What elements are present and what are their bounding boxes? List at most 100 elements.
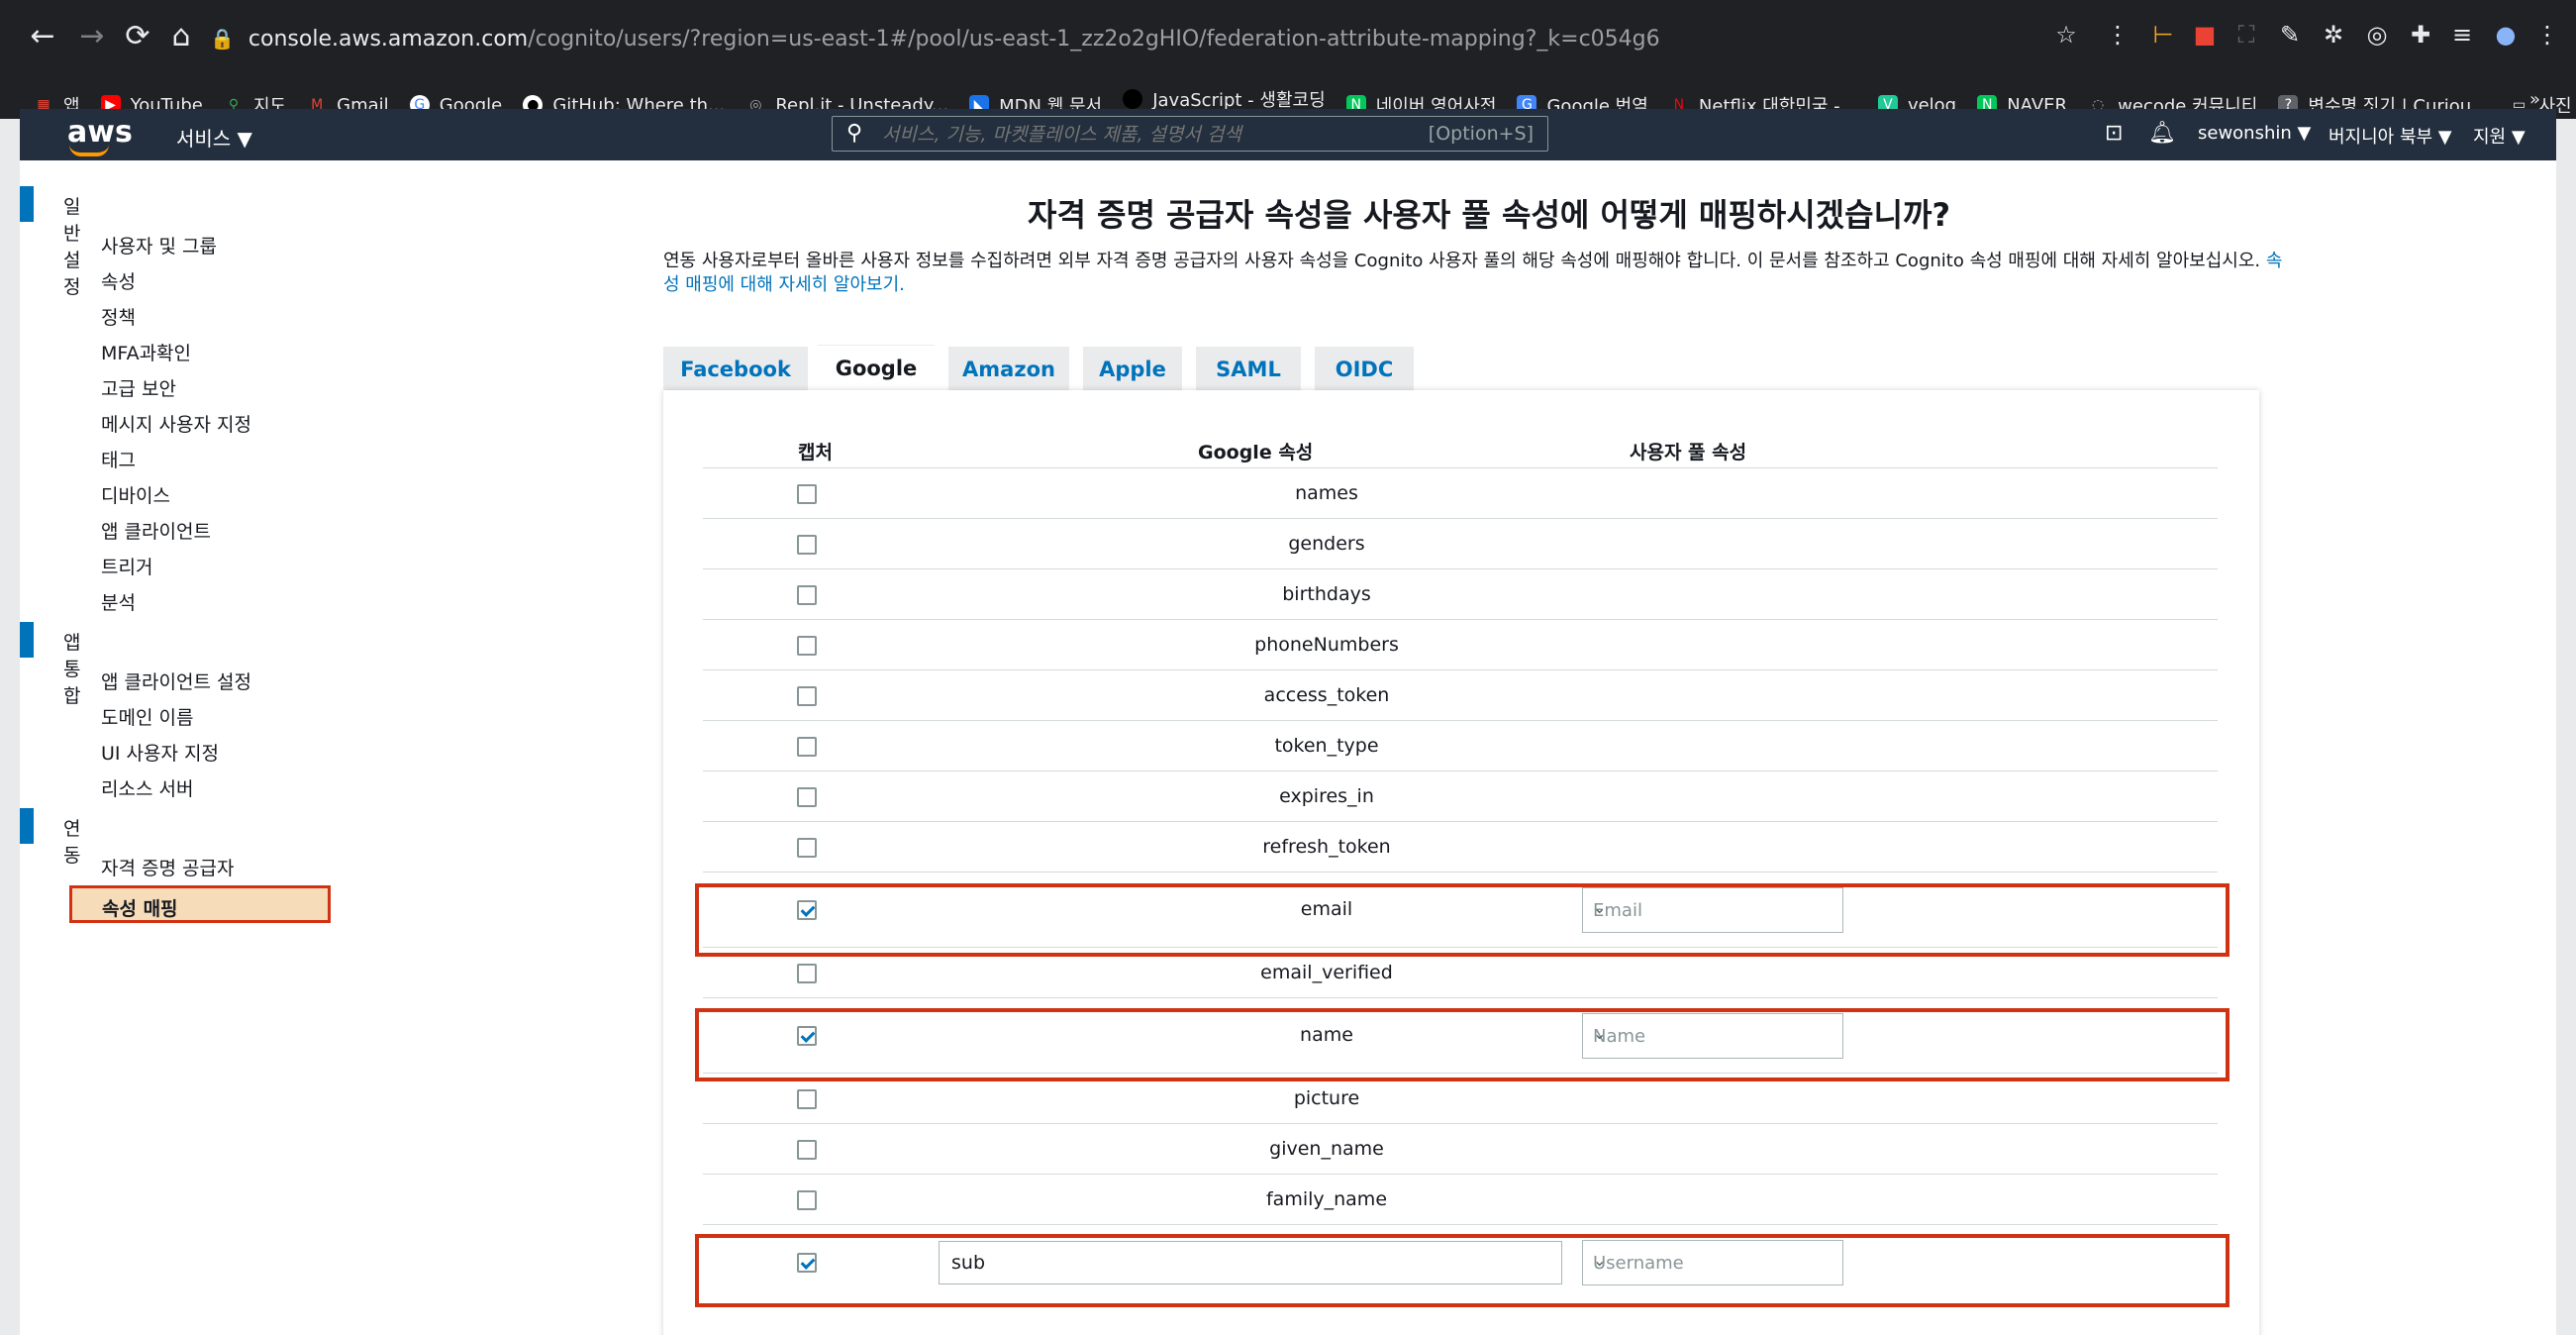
provider-attribute-label: email	[1300, 898, 1353, 920]
sidebar-item-identity-providers[interactable]: 자격 증명 공급자	[101, 854, 234, 880]
region-menu[interactable]: 버지니아 북부 ▼	[2328, 123, 2452, 149]
extension-icon[interactable]: ■	[2188, 18, 2222, 51]
sidebar-section-label: 앱 통합	[63, 632, 81, 707]
back-arrow-icon[interactable]: ←	[22, 16, 63, 57]
provider-attribute-label: given_name	[1269, 1138, 1384, 1160]
menu-icon[interactable]: ⋮	[2530, 18, 2564, 51]
section-marker	[20, 808, 34, 844]
section-marker	[20, 186, 34, 222]
chevron-down-icon: ⌄	[1593, 1024, 1607, 1043]
capture-checkbox[interactable]	[797, 838, 817, 858]
capture-checkbox[interactable]	[797, 787, 817, 807]
capture-checkbox[interactable]	[797, 686, 817, 706]
tab-google[interactable]: Google	[818, 345, 935, 395]
mapping-row-email-verified: email_verified	[703, 947, 2218, 998]
sidebar-item-analytics[interactable]: 분석	[101, 588, 136, 615]
provider-attribute-label: family_name	[1265, 1188, 1388, 1210]
provider-attribute-label: birthdays	[1282, 583, 1371, 605]
user-menu[interactable]: sewonshin ▼	[2198, 123, 2311, 144]
sidebar-item-devices[interactable]: 디바이스	[101, 481, 170, 508]
sidebar-item-attributes[interactable]: 속성	[101, 267, 136, 294]
sidebar-item-domain-name[interactable]: 도메인 이름	[101, 703, 193, 730]
extension-icon[interactable]: ⊢	[2146, 18, 2180, 51]
capture-checkbox[interactable]	[797, 1026, 817, 1046]
sidebar-item-resource-servers[interactable]: 리소스 서버	[101, 774, 193, 801]
sidebar-item-tags[interactable]: 태그	[101, 446, 136, 472]
capture-checkbox[interactable]	[797, 535, 817, 555]
tab-saml[interactable]: SAML	[1196, 347, 1301, 392]
puzzle-icon[interactable]: ✚	[2404, 18, 2437, 51]
tab-amazon[interactable]: Amazon	[948, 347, 1069, 392]
sidebar-item-message-customization[interactable]: 메시지 사용자 지정	[101, 410, 251, 437]
mapping-row-picture: picture	[703, 1073, 2218, 1124]
sidebar-item-attribute-mapping[interactable]: 속성 매핑	[69, 885, 331, 923]
capture-checkbox[interactable]	[797, 1190, 817, 1210]
js-icon	[1123, 89, 1143, 109]
mapping-row-birthdays: birthdays	[703, 568, 2218, 620]
chevron-down-icon: ⌄	[1593, 1251, 1607, 1270]
bell-icon[interactable]: 🔔︎	[2148, 121, 2176, 146]
capture-checkbox[interactable]	[797, 1253, 817, 1273]
bookmark-star-icon[interactable]: ☆	[2049, 18, 2083, 51]
app-window: ← → ⟳ ⌂ 🔒 console.aws.amazon.com/cognito/…	[0, 0, 2576, 1335]
capture-checkbox[interactable]	[797, 1089, 817, 1109]
description-text: 연동 사용자로부터 올바른 사용자 정보를 수집하려면 외부 자격 증명 공급자…	[663, 251, 2266, 271]
pool-attribute-select[interactable]: Username ⌄	[1582, 1240, 1843, 1285]
cloudshell-icon[interactable]: ⊡	[2105, 121, 2123, 146]
aws-logo[interactable]: aws	[67, 115, 133, 156]
url-host: console.aws.amazon.com	[248, 27, 529, 51]
sidebar-item-app-clients[interactable]: 앱 클라이언트	[101, 517, 211, 544]
page-title: 자격 증명 공급자 속성을 사용자 풀 속성에 어떻게 매핑하시겠습니까?	[1028, 196, 1951, 234]
search-icon: ⚲	[846, 121, 863, 146]
sidebar-item-advanced-security[interactable]: 고급 보안	[101, 374, 176, 401]
chevron-down-icon: ⌄	[1593, 898, 1607, 917]
column-header-capture: 캡처	[798, 442, 833, 463]
lock-icon: 🔒	[210, 27, 235, 51]
url-path: /cognito/users/?region=us-east-1#/pool/u…	[528, 27, 1660, 51]
profile-avatar[interactable]: ●	[2489, 18, 2523, 51]
mapping-row-expires-in: expires_in	[703, 770, 2218, 822]
sidebar-section-label: 일반 설정	[63, 196, 81, 298]
sidebar-item-mfa[interactable]: MFA과확인	[101, 339, 191, 365]
mapping-row-token-type: token_type	[703, 720, 2218, 771]
tab-apple[interactable]: Apple	[1083, 347, 1182, 392]
mapping-row-sub: Username⌄	[703, 1224, 2218, 1300]
extension-icon[interactable]: ◎	[2360, 18, 2394, 51]
provider-attribute-label: refresh_token	[1262, 836, 1391, 858]
pool-attribute-select[interactable]: Name ⌄	[1582, 1013, 1843, 1059]
capture-checkbox[interactable]	[797, 900, 817, 920]
sidebar-item-users-groups[interactable]: 사용자 및 그룹	[101, 232, 217, 258]
capture-checkbox[interactable]	[797, 636, 817, 656]
provider-attribute-label: name	[1300, 1024, 1353, 1046]
forward-arrow-icon[interactable]: →	[71, 16, 113, 57]
capture-checkbox[interactable]	[797, 964, 817, 983]
pool-attribute-select[interactable]: Email ⌄	[1582, 887, 1843, 933]
extension-icon[interactable]: ⛶	[2229, 18, 2263, 51]
capture-checkbox[interactable]	[797, 1140, 817, 1160]
capture-checkbox[interactable]	[797, 737, 817, 757]
mapping-row-given-name: given_name	[703, 1123, 2218, 1175]
support-menu[interactable]: 지원 ▼	[2473, 123, 2526, 149]
extension-icon[interactable]: ⋮	[2101, 18, 2134, 51]
provider-attribute-label: token_type	[1274, 735, 1379, 757]
home-icon[interactable]: ⌂	[160, 16, 202, 57]
tab-facebook[interactable]: Facebook	[663, 347, 808, 392]
provider-attribute-input[interactable]	[939, 1241, 1562, 1284]
extension-icon[interactable]: ✲	[2317, 18, 2350, 51]
services-menu[interactable]: 서비스 ▼	[176, 123, 252, 152]
address-bar[interactable]: 🔒 console.aws.amazon.com/cognito/users/?r…	[210, 15, 2150, 62]
capture-checkbox[interactable]	[797, 585, 817, 605]
aws-search[interactable]: ⚲ [Option+S]	[832, 116, 1548, 152]
sidebar-item-ui-customization[interactable]: UI 사용자 지정	[101, 739, 219, 766]
capture-checkbox[interactable]	[797, 484, 817, 504]
extension-icon[interactable]: ✎	[2273, 18, 2307, 51]
mapping-row-phoneNumbers: phoneNumbers	[703, 619, 2218, 670]
sidebar-item-app-client-settings[interactable]: 앱 클라이언트 설정	[101, 668, 251, 694]
reload-icon[interactable]: ⟳	[117, 16, 158, 57]
sidebar-item-policies[interactable]: 정책	[101, 303, 136, 330]
aws-search-input[interactable]	[880, 121, 1399, 149]
tab-oidc[interactable]: OIDC	[1315, 347, 1414, 392]
provider-attribute-label: picture	[1293, 1087, 1360, 1109]
sidebar-item-triggers[interactable]: 트리거	[101, 553, 152, 579]
media-icon[interactable]: ≡	[2445, 18, 2479, 51]
